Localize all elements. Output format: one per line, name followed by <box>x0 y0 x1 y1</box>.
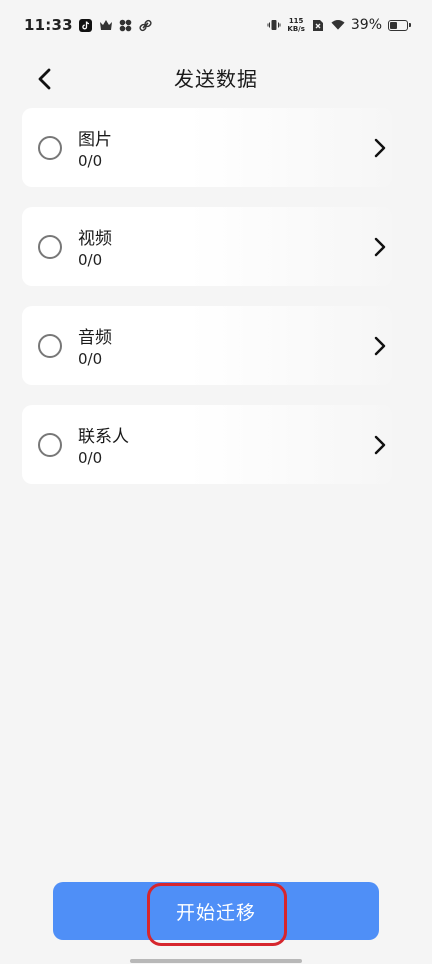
chevron-right-icon <box>370 235 390 259</box>
item-text: 视频 0/0 <box>78 224 112 269</box>
item-count: 0/0 <box>78 251 103 269</box>
page-title: 发送数据 <box>174 66 258 91</box>
list-item-audio[interactable]: 音频 0/0 <box>22 306 392 385</box>
chevron-left-icon <box>38 68 51 90</box>
battery-percent: 39% <box>350 17 382 33</box>
back-button[interactable] <box>28 62 62 96</box>
highlight-annotation <box>147 883 287 946</box>
radio-button[interactable] <box>38 432 62 457</box>
radio-button[interactable] <box>38 333 62 358</box>
net-speed-value: 115 <box>288 17 304 25</box>
radio-button[interactable] <box>38 135 62 160</box>
item-text: 联系人 0/0 <box>78 422 129 467</box>
screen: 11:33 115 KB/s 39% 发送数据 图片 0/0 视频 0/0 音频… <box>0 0 432 964</box>
crown-icon <box>99 18 113 32</box>
item-count: 0/0 <box>78 350 103 368</box>
radio-button[interactable] <box>38 234 62 259</box>
chevron-right-icon <box>370 433 390 457</box>
header: 发送数据 <box>0 54 432 100</box>
net-speed-unit: KB/s <box>287 25 305 33</box>
status-bar: 11:33 115 KB/s 39% <box>0 0 432 50</box>
battery-icon <box>388 19 411 31</box>
item-label: 图片 <box>78 130 112 150</box>
vibrate-icon <box>267 18 281 32</box>
item-text: 音频 0/0 <box>78 323 112 368</box>
list-item-contacts[interactable]: 联系人 0/0 <box>22 405 392 484</box>
chevron-right-icon <box>370 136 390 160</box>
status-right: 115 KB/s 39% <box>267 17 411 33</box>
data-type-list: 图片 0/0 视频 0/0 音频 0/0 联系人 0/0 <box>22 108 392 484</box>
item-label: 音频 <box>78 328 112 348</box>
battery-fill <box>390 21 398 29</box>
item-count: 0/0 <box>78 152 103 170</box>
home-indicator[interactable] <box>130 959 302 963</box>
sim-off-icon <box>311 18 325 32</box>
link-icon <box>139 18 153 32</box>
item-label: 视频 <box>78 229 112 249</box>
list-item-videos[interactable]: 视频 0/0 <box>22 207 392 286</box>
item-text: 图片 0/0 <box>78 125 112 170</box>
item-count: 0/0 <box>78 449 103 467</box>
list-item-pictures[interactable]: 图片 0/0 <box>22 108 392 187</box>
tiktok-icon <box>79 18 93 32</box>
item-label: 联系人 <box>78 427 129 447</box>
net-speed: 115 KB/s <box>287 17 304 33</box>
chevron-right-icon <box>370 334 390 358</box>
status-left: 11:33 <box>24 16 153 34</box>
status-time: 11:33 <box>24 16 73 34</box>
app-icon <box>119 18 133 32</box>
wifi-icon <box>331 18 345 32</box>
